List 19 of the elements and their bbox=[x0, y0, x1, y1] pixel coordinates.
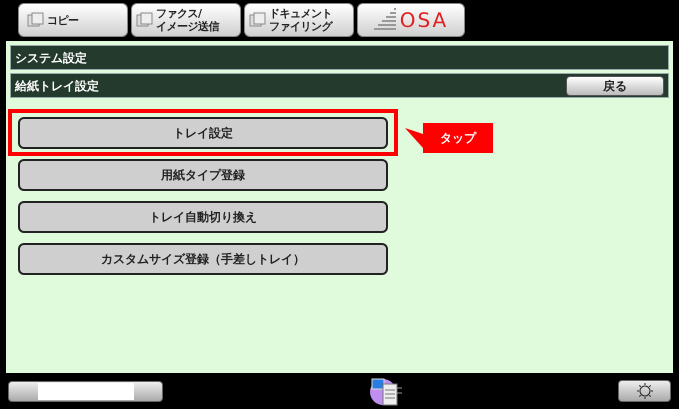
tab[interactable]: コピー bbox=[18, 3, 128, 37]
logo-tab[interactable]: OSA bbox=[357, 3, 465, 37]
document-icon bbox=[249, 12, 267, 28]
tab[interactable]: ドキュメント ファイリング bbox=[244, 3, 354, 37]
sun-icon bbox=[636, 382, 654, 400]
document-icon bbox=[136, 12, 154, 28]
brightness-button[interactable] bbox=[618, 380, 671, 402]
header-title: 給紙トレイ設定 bbox=[15, 78, 99, 94]
back-button[interactable]: 戻る bbox=[566, 76, 664, 96]
menu-button[interactable]: トレイ設定 bbox=[18, 117, 388, 149]
printer-icon[interactable] bbox=[368, 376, 402, 406]
logo-text: OSA bbox=[400, 7, 448, 34]
header-title: システム設定 bbox=[15, 50, 87, 66]
menu-button[interactable]: トレイ自動切り換え bbox=[18, 201, 388, 233]
menu-button[interactable]: カスタムサイズ登録（手差しトレイ） bbox=[18, 243, 388, 275]
document-icon bbox=[27, 12, 45, 28]
menu-button[interactable]: 用紙タイプ登録 bbox=[18, 159, 388, 191]
stripes-icon bbox=[374, 8, 396, 32]
tab[interactable]: ファクス/ イメージ送信 bbox=[131, 3, 241, 37]
